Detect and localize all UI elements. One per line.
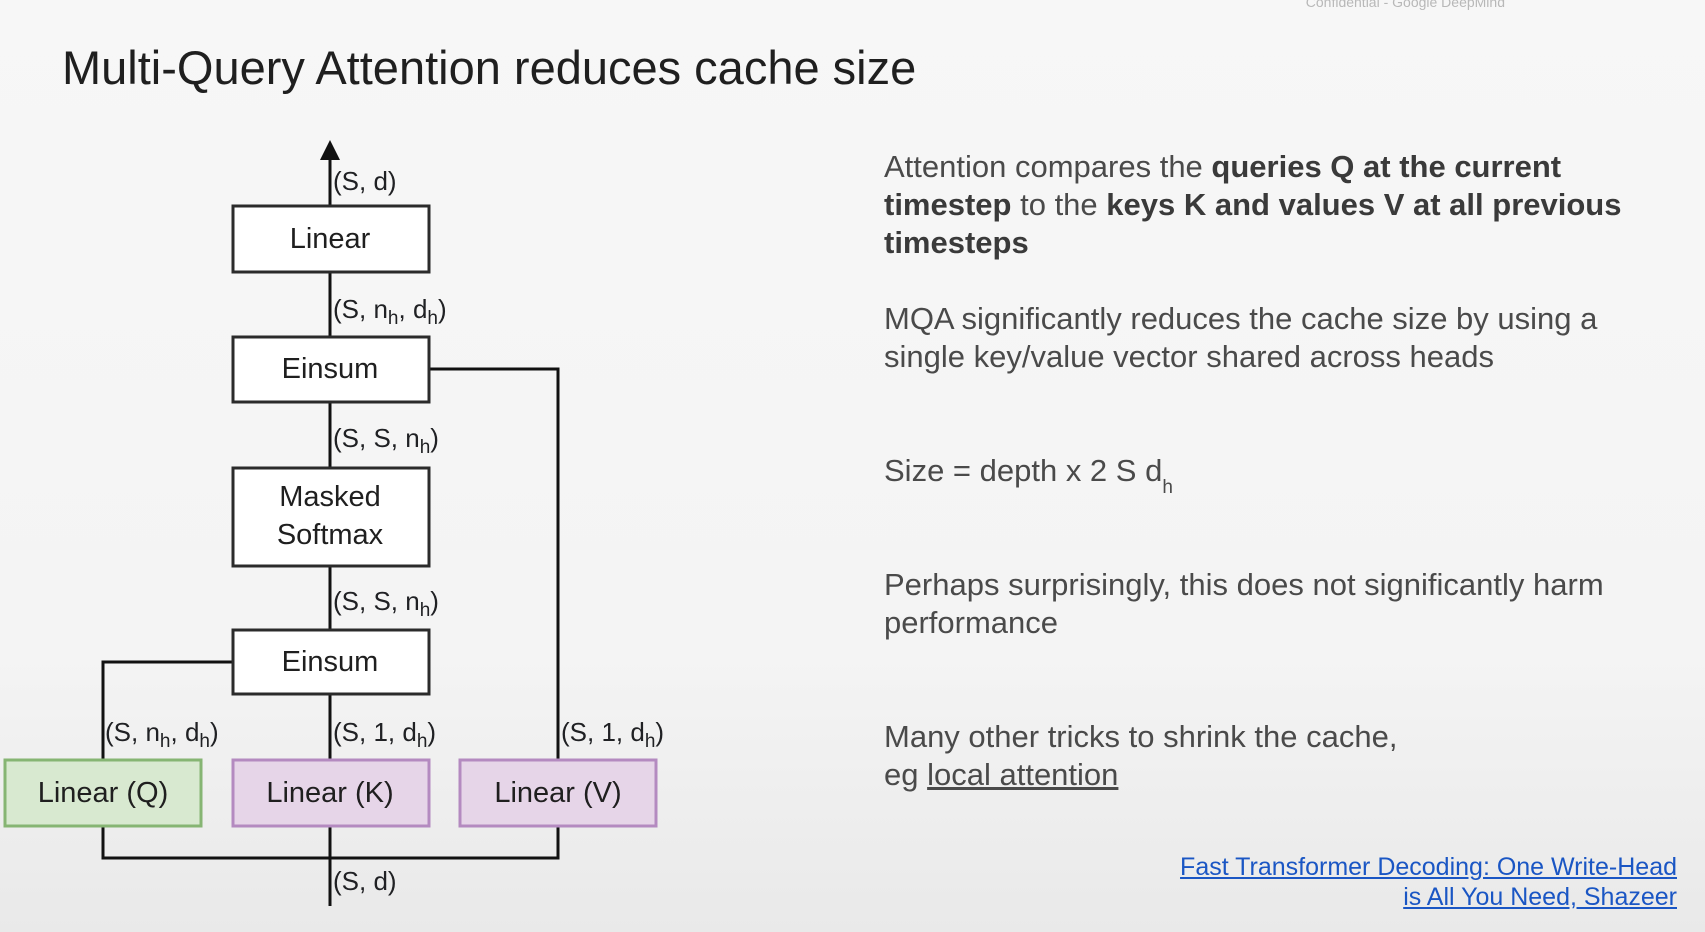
- shape-label-einsum-in: (S, S, nh): [333, 423, 439, 458]
- reference-link[interactable]: Fast Transformer Decoding: One Write-Hea…: [1180, 852, 1677, 912]
- shape-label-q-out: (S, nh, dh): [105, 717, 219, 752]
- arrow-head-icon: [320, 140, 340, 160]
- shape-label-output: (S, d): [333, 166, 397, 196]
- paragraph-other-tricks: Many other tricks to shrink the cache, eg…: [884, 719, 1398, 792]
- local-attention-link[interactable]: local attention: [927, 757, 1118, 792]
- paragraph-size-formula: Size = depth x 2 S dh: [884, 453, 1173, 498]
- softmax-label: Softmax: [277, 519, 384, 551]
- einsum-bottom-box: Einsum: [231, 628, 431, 696]
- paragraph-attention: Attention compares the queries Q at the …: [884, 149, 1622, 260]
- linear-q-box: Linear (Q): [3, 758, 203, 828]
- paragraph-mqa: MQA significantly reduces the cache size…: [884, 301, 1598, 374]
- linear-box: Linear: [231, 204, 431, 274]
- masked-softmax-box: Masked Softmax: [231, 466, 431, 568]
- einsum-top-box: Einsum: [231, 335, 431, 404]
- linear-v-label: Linear (V): [494, 777, 621, 809]
- linear-k-box: Linear (K): [231, 758, 431, 828]
- shape-label-linear-in: (S, nh, dh): [333, 294, 447, 329]
- shape-label-k-out: (S, 1, dh): [333, 717, 436, 752]
- einsum-top-label: Einsum: [282, 353, 379, 385]
- paragraph-performance: Perhaps surprisingly, this does not sign…: [884, 567, 1604, 640]
- linear-v-box: Linear (V): [458, 758, 658, 828]
- mqa-diagram: Linear Einsum Masked Softmax Einsum Line…: [3, 140, 664, 906]
- linear-k-label: Linear (K): [266, 777, 393, 809]
- linear-box-label: Linear: [290, 223, 371, 255]
- shape-label-softmax-in: (S, S, nh): [333, 586, 439, 621]
- line-v-einsum: [428, 367, 560, 760]
- shape-label-v-out: (S, 1, dh): [561, 717, 664, 752]
- masked-label: Masked: [279, 481, 381, 513]
- shape-label-input: (S, d): [333, 866, 397, 896]
- linear-q-label: Linear (Q): [38, 777, 169, 809]
- einsum-bottom-label: Einsum: [282, 646, 379, 678]
